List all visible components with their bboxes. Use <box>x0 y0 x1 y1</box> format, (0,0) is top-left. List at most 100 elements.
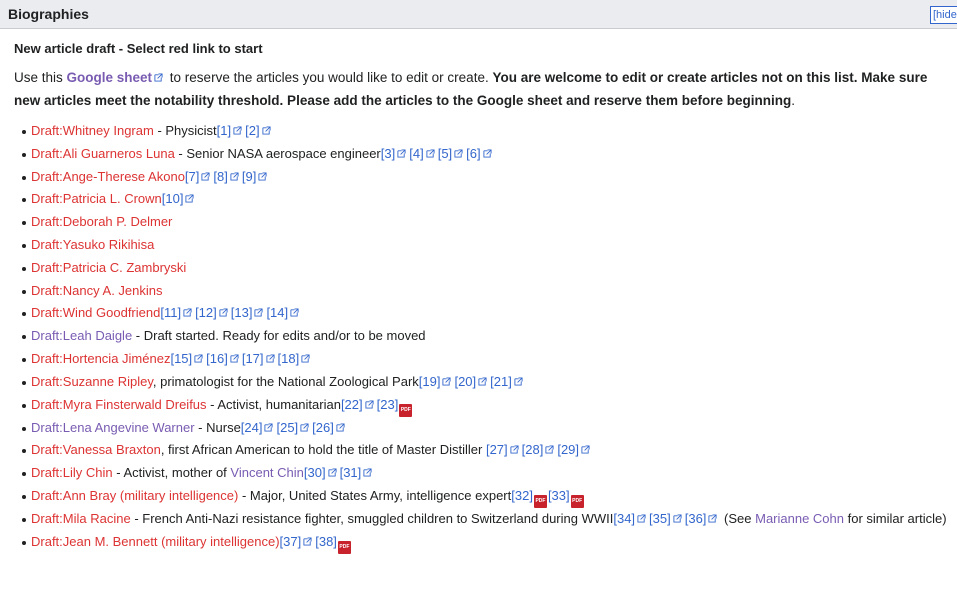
draft-link[interactable]: Draft:Yasuko Rikihisa <box>31 237 154 252</box>
citation-link[interactable]: [24] <box>241 420 263 435</box>
external-link-icon <box>290 308 299 317</box>
citation-link[interactable]: [38] <box>315 534 337 549</box>
list-item: Draft:Nancy A. Jenkins <box>21 280 949 303</box>
item-description: (See <box>720 510 756 526</box>
related-article-link[interactable]: Marianne Cohn <box>755 511 844 526</box>
citation-link[interactable]: [6] <box>466 146 480 161</box>
draft-link[interactable]: Draft:Patricia C. Zambryski <box>31 260 186 275</box>
citation-link[interactable]: [2] <box>245 123 259 138</box>
draft-link[interactable]: Draft:Deborah P. Delmer <box>31 214 172 229</box>
citation-link[interactable]: [29] <box>557 442 579 457</box>
citation-link[interactable]: [8] <box>213 169 227 184</box>
citation-link[interactable]: [37] <box>280 534 302 549</box>
external-link-icon <box>233 126 242 135</box>
list-item: Draft:Vanessa Braxton, first African Ame… <box>21 439 949 462</box>
external-link-icon <box>262 126 271 135</box>
related-article-link[interactable]: Vincent Chin <box>230 465 303 480</box>
list-item: Draft:Lena Angevine Warner - Nurse[24] [2… <box>21 417 949 440</box>
citation-link[interactable]: [3] <box>381 146 395 161</box>
citation-link[interactable]: [9] <box>242 169 256 184</box>
external-link-icon <box>254 308 263 317</box>
item-description: - French Anti-Nazi resistance fighter, s… <box>130 510 614 526</box>
draft-link[interactable]: Draft:Wind Goodfriend <box>31 305 160 320</box>
hide-button[interactable]: [hide <box>930 6 957 24</box>
draft-link[interactable]: Draft:Myra Finsterwald Dreifus <box>31 397 207 412</box>
citation-link[interactable]: [17] <box>242 351 264 366</box>
intro-text: Use this <box>14 70 67 85</box>
intro-text: . <box>791 93 795 108</box>
draft-link[interactable]: Draft:Ange-Therese Akono <box>31 169 185 184</box>
citation-link[interactable]: [15] <box>170 351 192 366</box>
citation-link[interactable]: [31] <box>340 465 362 480</box>
citation-link[interactable]: [30] <box>304 465 326 480</box>
citation-link[interactable]: [21] <box>490 374 512 389</box>
item-description: for similar article) <box>844 510 947 526</box>
google-sheet-link[interactable]: Google sheet <box>67 70 153 85</box>
citation-link[interactable]: [5] <box>438 146 452 161</box>
citation-link[interactable]: [11] <box>160 305 181 320</box>
list-item: Draft:Ann Bray (military intelligence) -… <box>21 485 949 508</box>
external-link-icon <box>264 423 274 432</box>
citation-link[interactable]: [28] <box>522 442 544 457</box>
citation-link[interactable]: [36] <box>685 511 707 526</box>
draft-link[interactable]: Draft:Mila Racine <box>31 511 131 526</box>
pdf-icon: PDF <box>570 494 584 508</box>
draft-link[interactable]: Draft:Ann Bray (military intelligence) <box>31 488 238 503</box>
draft-link[interactable]: Draft:Ali Guarneros Luna <box>31 146 175 161</box>
draft-link[interactable]: Draft:Vanessa Braxton <box>31 442 161 457</box>
citation-link[interactable]: [1] <box>217 123 231 138</box>
external-link-icon <box>397 149 406 158</box>
citation-link[interactable]: [33] <box>548 488 570 503</box>
external-link-icon <box>201 172 210 181</box>
list-item: Draft:Mila Racine - French Anti-Nazi res… <box>21 508 949 531</box>
citation-link[interactable]: [26] <box>312 420 334 435</box>
list-item: Draft:Wind Goodfriend[11] [12] [13] [14] <box>21 302 949 325</box>
item-description: - Activist, humanitarian <box>206 396 341 412</box>
list-item: Draft:Myra Finsterwald Dreifus - Activis… <box>21 394 949 417</box>
list-item: Draft:Hortencia Jiménez[15] [16] [17] [18] <box>21 348 949 371</box>
citation-link[interactable]: [18] <box>278 351 300 366</box>
citation-link[interactable]: [34] <box>613 511 635 526</box>
external-link-icon <box>185 194 195 203</box>
citation-link[interactable]: [32] <box>511 488 533 503</box>
draft-link[interactable]: Draft:Nancy A. Jenkins <box>31 283 163 298</box>
citation-link[interactable]: [22] <box>341 397 363 412</box>
citation-link[interactable]: [16] <box>206 351 228 366</box>
item-description: - Major, United States Army, intelligenc… <box>238 487 512 503</box>
external-link-icon <box>454 149 463 158</box>
list-item: Draft:Patricia L. Crown[10] <box>21 188 949 211</box>
draft-link[interactable]: Draft:Suzanne Ripley <box>31 374 153 389</box>
item-description: , first African American to hold the tit… <box>160 442 486 458</box>
external-link-icon <box>673 514 682 523</box>
citation-link[interactable]: [20] <box>454 374 476 389</box>
citation-link[interactable]: [25] <box>276 420 298 435</box>
external-link-icon <box>478 377 487 386</box>
citation-link[interactable]: [27] <box>486 442 508 457</box>
external-link-icon <box>194 354 203 363</box>
external-link-icon <box>365 400 374 409</box>
draft-link[interactable]: Draft:Patricia L. Crown <box>31 191 162 206</box>
draft-link[interactable]: Draft:Hortencia Jiménez <box>31 351 170 366</box>
draft-link[interactable]: Draft:Whitney Ingram <box>31 123 154 138</box>
citation-link[interactable]: [7] <box>185 169 199 184</box>
external-link-icon <box>301 354 310 363</box>
citation-link[interactable]: [35] <box>649 511 671 526</box>
list-item: Draft:Lily Chin - Activist, mother of Vi… <box>21 462 949 485</box>
external-link-icon <box>363 468 372 477</box>
citation-link[interactable]: [4] <box>409 146 423 161</box>
external-link-icon <box>219 308 228 317</box>
citation-link[interactable]: [19] <box>419 374 441 389</box>
citation-link[interactable]: [10] <box>162 191 184 206</box>
list-item: Draft:Yasuko Rikihisa <box>21 234 949 257</box>
draft-link[interactable]: Draft:Lily Chin <box>31 465 113 480</box>
external-link-icon <box>336 423 345 432</box>
draft-link[interactable]: Draft:Jean M. Bennett (military intellig… <box>31 534 280 549</box>
citation-link[interactable]: [23] <box>377 397 399 412</box>
citation-link[interactable]: [14] <box>266 305 288 320</box>
intro-text: to reserve the articles you would like t… <box>166 70 493 85</box>
citation-link[interactable]: [13] <box>231 305 253 320</box>
external-link-icon <box>328 468 337 477</box>
draft-link[interactable]: Draft:Lena Angevine Warner <box>31 420 195 435</box>
citation-link[interactable]: [12] <box>195 305 217 320</box>
draft-link[interactable]: Draft:Leah Daigle <box>31 328 132 343</box>
